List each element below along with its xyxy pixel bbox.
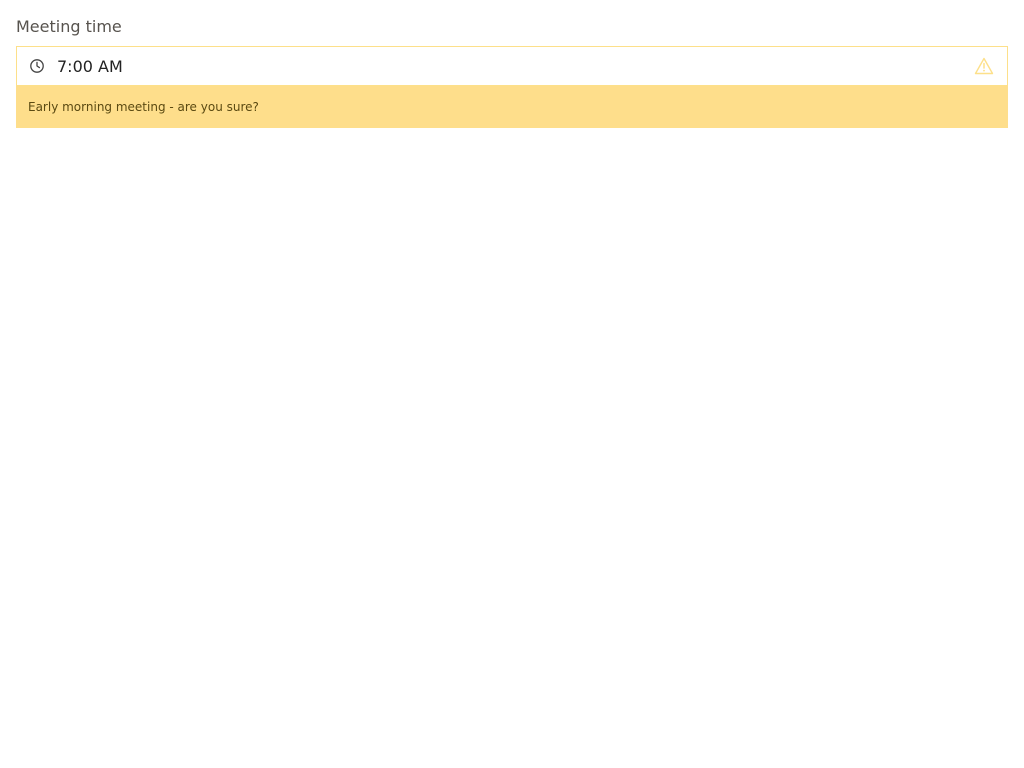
meeting-time-field-group: Meeting time Early morning meeting - are… bbox=[16, 16, 1008, 128]
warning-icon bbox=[973, 56, 995, 76]
meeting-time-input[interactable] bbox=[57, 47, 973, 85]
clock-icon bbox=[28, 57, 46, 75]
warning-banner: Early morning meeting - are you sure? bbox=[16, 86, 1008, 128]
field-label: Meeting time bbox=[16, 17, 122, 36]
time-input-container[interactable] bbox=[16, 46, 1008, 86]
warning-message: Early morning meeting - are you sure? bbox=[28, 100, 259, 114]
